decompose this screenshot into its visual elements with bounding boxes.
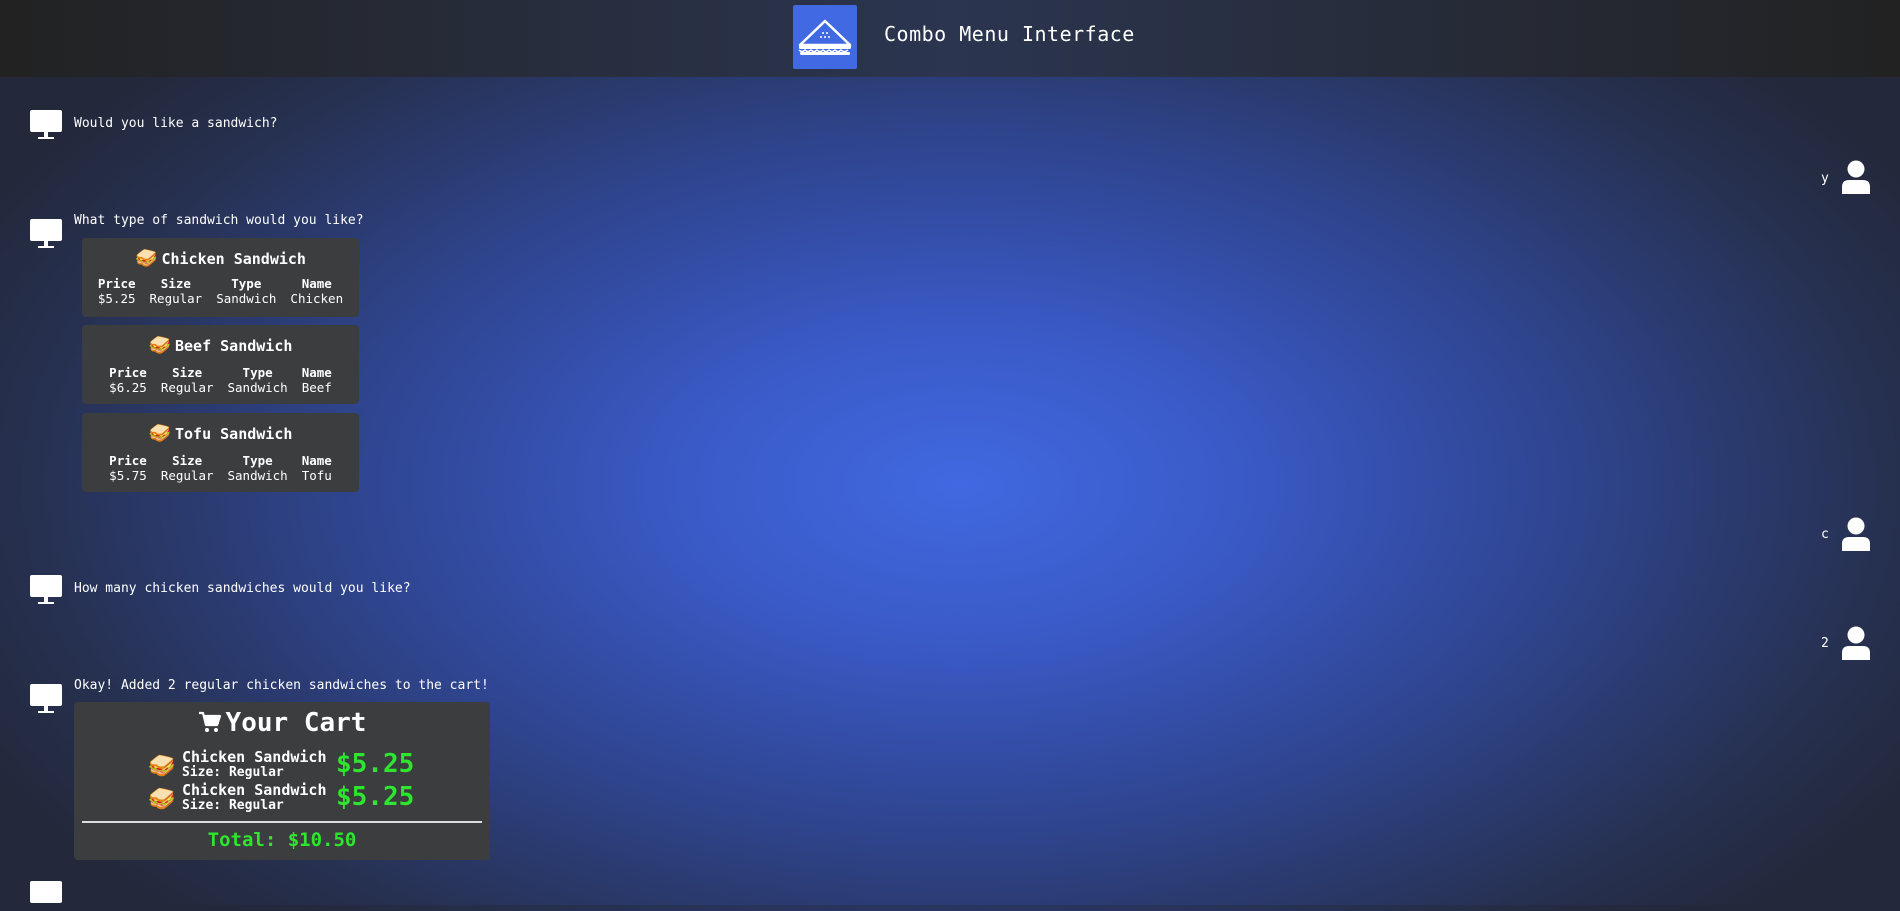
size-header: Size <box>172 453 203 468</box>
name-header: Name <box>301 365 332 380</box>
type-header: Type <box>242 365 273 380</box>
cart-item-size: Size: Regular <box>182 765 284 780</box>
sandwich-icon: 🥪 <box>135 248 158 269</box>
user-icon <box>1842 160 1870 194</box>
computer-icon <box>30 219 62 248</box>
user-icon <box>1842 626 1870 660</box>
type-value: Sandwich <box>227 380 288 395</box>
bot-message-1: Would you like a sandwich? <box>74 116 278 131</box>
bot-message-3: How many chicken sandwiches would you li… <box>74 581 411 596</box>
cart-icon <box>198 711 221 732</box>
menu-card-title: 🥪 Chicken Sandwich <box>82 248 359 269</box>
menu-card-title: 🥪 Beef Sandwich <box>82 335 359 356</box>
cart-item-price: $5.25 <box>336 782 415 812</box>
menu-card-title-text: Tofu Sandwich <box>175 425 293 443</box>
user-message-1: y <box>1821 171 1829 186</box>
price-value: $5.25 <box>97 291 136 306</box>
type-value: Sandwich <box>216 291 277 306</box>
sandwich-icon: 🥪 <box>148 423 171 444</box>
computer-icon <box>30 575 62 604</box>
computer-icon <box>30 684 62 713</box>
menu-card-details: Price $6.25 Size Regular Type Sandwich Name… <box>82 365 359 395</box>
name-value: Chicken <box>290 291 344 306</box>
cart-total: Total: $10.50 <box>207 829 357 851</box>
menu-card-tofu[interactable]: 🥪 Tofu Sandwich Price $5.75 Size Regular Ty… <box>82 413 359 492</box>
sandwich-icon: 🥪 <box>148 787 176 812</box>
cart-item: 🥪 Chicken Sandwich Size: Regular $5.25 <box>148 748 428 781</box>
menu-card-details: Price $5.25 Size Regular Type Sandwich Name… <box>82 276 359 306</box>
price-value: $5.75 <box>109 468 147 483</box>
price-value: $6.25 <box>109 380 147 395</box>
app-header: Combo Menu Interface <box>0 0 1900 77</box>
name-value: Tofu <box>301 468 332 483</box>
type-value: Sandwich <box>227 468 288 483</box>
menu-card-chicken[interactable]: 🥪 Chicken Sandwich Price $5.25 Size Regular… <box>82 238 359 317</box>
cart-title-text: Your Cart <box>225 708 367 738</box>
app-logo <box>793 5 857 69</box>
price-header: Price <box>109 453 147 468</box>
size-header: Size <box>160 276 191 291</box>
name-header: Name <box>301 276 332 291</box>
cart-item-name: Chicken Sandwich <box>182 748 327 766</box>
name-value: Beef <box>301 380 332 395</box>
bot-message-4: Okay! Added 2 regular chicken sandwiches… <box>74 678 489 693</box>
size-value: Regular <box>160 380 214 395</box>
sandwich-icon: 🥪 <box>148 335 171 356</box>
cart-item-name: Chicken Sandwich <box>182 781 327 799</box>
menu-card-title: 🥪 Tofu Sandwich <box>82 423 359 444</box>
cart-item-size: Size: Regular <box>182 798 284 813</box>
type-header: Type <box>242 453 273 468</box>
menu-card-beef[interactable]: 🥪 Beef Sandwich Price $6.25 Size Regular Ty… <box>82 325 359 404</box>
price-header: Price <box>97 276 136 291</box>
bot-message-2: What type of sandwich would you like? <box>74 213 364 228</box>
computer-icon <box>30 110 62 139</box>
app-title: Combo Menu Interface <box>884 22 1135 46</box>
type-header: Type <box>231 276 262 291</box>
computer-icon <box>30 881 62 903</box>
user-message-2: c <box>1821 527 1829 542</box>
menu-card-details: Price $5.75 Size Regular Type Sandwich Name… <box>82 453 359 483</box>
cart-item-price: $5.25 <box>336 749 415 779</box>
size-value: Regular <box>160 468 214 483</box>
cart-divider <box>82 821 482 823</box>
user-icon <box>1842 517 1870 551</box>
sandwich-icon: 🥪 <box>148 754 176 779</box>
name-header: Name <box>301 453 332 468</box>
cart-item: 🥪 Chicken Sandwich Size: Regular $5.25 <box>148 781 428 814</box>
price-header: Price <box>109 365 147 380</box>
menu-card-title-text: Chicken Sandwich <box>161 250 306 268</box>
cart-panel: Your Cart 🥪 Chicken Sandwich Size: Regul… <box>74 702 490 860</box>
cart-title: Your Cart <box>74 708 490 738</box>
menu-card-title-text: Beef Sandwich <box>175 337 293 355</box>
user-message-3: 2 <box>1821 636 1829 651</box>
sandwich-icon <box>798 19 852 55</box>
size-value: Regular <box>149 291 203 306</box>
size-header: Size <box>172 365 203 380</box>
